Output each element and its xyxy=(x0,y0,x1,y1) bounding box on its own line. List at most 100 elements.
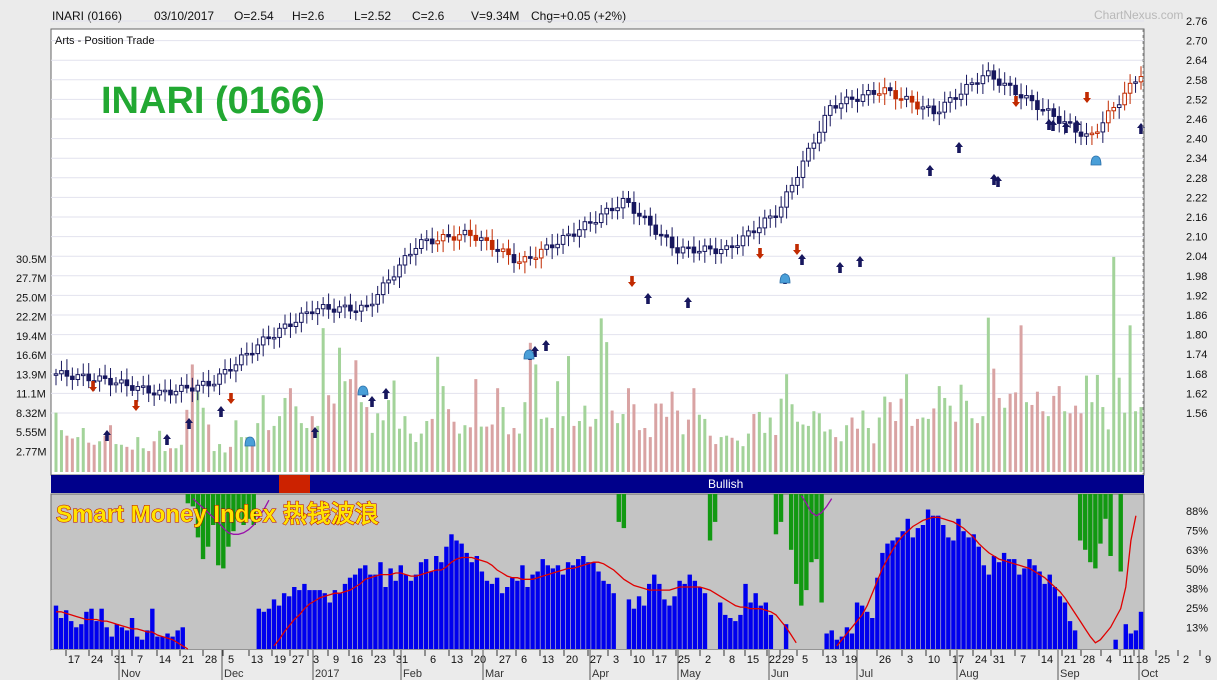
volume-bar xyxy=(452,421,456,472)
volume-bar xyxy=(54,412,58,472)
candle-body xyxy=(996,78,1002,86)
smi-bar xyxy=(479,571,485,649)
candle-body xyxy=(309,311,315,315)
volume-bar xyxy=(168,448,172,472)
smi-bar xyxy=(591,562,596,649)
candle-body xyxy=(697,250,702,254)
smi-bar xyxy=(109,636,114,649)
smi-bar xyxy=(946,537,951,649)
volume-bar xyxy=(223,452,227,472)
volume-bar xyxy=(468,427,472,472)
indicator-tick-label: 88% xyxy=(1186,506,1208,518)
smi-bar xyxy=(910,537,916,649)
volume-bar xyxy=(436,356,440,472)
volume-tick-label: 30.5M xyxy=(16,254,47,266)
smi-bar-negative xyxy=(794,494,799,584)
x-tick-label: 6 xyxy=(430,654,436,666)
candle-body xyxy=(549,244,555,249)
smi-bar xyxy=(1113,639,1118,649)
candle-body xyxy=(533,257,539,260)
volume-bar xyxy=(1057,386,1061,472)
smi-bar xyxy=(261,611,267,649)
smi-bar xyxy=(611,593,616,649)
smi-bar xyxy=(996,562,1002,649)
candle-body xyxy=(1089,132,1095,136)
x-tick-label: 13 xyxy=(251,654,263,666)
smi-bar xyxy=(119,627,125,649)
alert-bell-icon xyxy=(244,436,256,447)
x-tick-label: 25 xyxy=(1158,654,1170,666)
x-tick-label: 13 xyxy=(451,654,463,666)
volume-bar xyxy=(338,347,342,472)
candle-body xyxy=(293,321,299,327)
candle-body xyxy=(991,70,997,80)
price-tick-label: 1.86 xyxy=(1186,310,1207,322)
smi-bar xyxy=(935,515,941,649)
volume-bar xyxy=(196,391,200,472)
candle-body xyxy=(419,239,424,249)
candle-body xyxy=(942,101,948,113)
candle-body xyxy=(975,82,980,85)
smi-bar xyxy=(363,565,368,649)
candle-body xyxy=(233,364,239,372)
volume-bar xyxy=(523,402,527,472)
smi-bar xyxy=(951,540,956,649)
candle-body xyxy=(833,105,838,109)
smi-bar xyxy=(824,633,829,649)
candle-body xyxy=(1035,100,1040,111)
smi-bar xyxy=(626,599,632,649)
smi-bar xyxy=(956,518,961,649)
smi-bar-negative xyxy=(1118,494,1123,572)
smi-bar xyxy=(79,624,84,649)
volume-bar xyxy=(686,419,690,472)
candle-body xyxy=(817,131,822,144)
candle-body xyxy=(228,369,233,372)
candle-body xyxy=(1105,110,1111,124)
volume-bar xyxy=(550,428,554,472)
candle-body xyxy=(887,87,893,92)
candle-body xyxy=(359,304,364,312)
indicator-tick-label: 63% xyxy=(1186,545,1208,557)
candle-body xyxy=(653,224,659,235)
smi-bar-negative xyxy=(616,494,621,522)
volume-bar xyxy=(932,408,936,472)
smi-bar xyxy=(134,636,140,649)
smi-bar xyxy=(63,610,69,649)
month-label: 2017 xyxy=(315,668,339,680)
candle-body xyxy=(729,245,735,249)
candle-body xyxy=(413,247,419,255)
smi-bar xyxy=(687,574,692,649)
candle-body xyxy=(299,312,304,323)
smi-bar xyxy=(464,552,469,649)
month-label: Mar xyxy=(485,668,504,680)
candle-body xyxy=(691,246,697,254)
volume-bar xyxy=(294,406,298,472)
volume-bar xyxy=(512,428,516,472)
smi-bar xyxy=(1072,630,1078,649)
volume-bar xyxy=(207,424,211,472)
candle-body xyxy=(271,336,277,340)
trend-band-label: Bullish xyxy=(708,477,743,491)
volume-bar xyxy=(708,435,712,472)
smi-bar xyxy=(930,515,936,649)
volume-tick-label: 19.4M xyxy=(16,331,47,343)
smi-bar xyxy=(915,528,921,649)
smi-bar xyxy=(1128,633,1134,649)
volume-bar xyxy=(1095,374,1099,472)
volume-bar xyxy=(114,444,118,472)
volume-bar xyxy=(152,441,156,472)
smi-bar xyxy=(1067,621,1073,649)
smi-bar xyxy=(535,571,540,649)
indicator-tick-label: 50% xyxy=(1186,564,1208,576)
smi-bar xyxy=(69,621,74,649)
volume-bar xyxy=(381,420,385,472)
volume-bar xyxy=(1046,416,1050,472)
stock-chart[interactable]: INARI (0166) 03/10/2017 O=2.54 H=2.6 L=2… xyxy=(0,0,1217,680)
candle-body xyxy=(920,106,926,110)
smi-bar xyxy=(586,562,591,649)
volume-bar xyxy=(218,444,222,472)
x-tick-label: 31 xyxy=(993,654,1005,666)
smi-bar xyxy=(905,518,910,649)
candle-body xyxy=(735,245,740,249)
smi-bar-negative xyxy=(712,494,718,522)
